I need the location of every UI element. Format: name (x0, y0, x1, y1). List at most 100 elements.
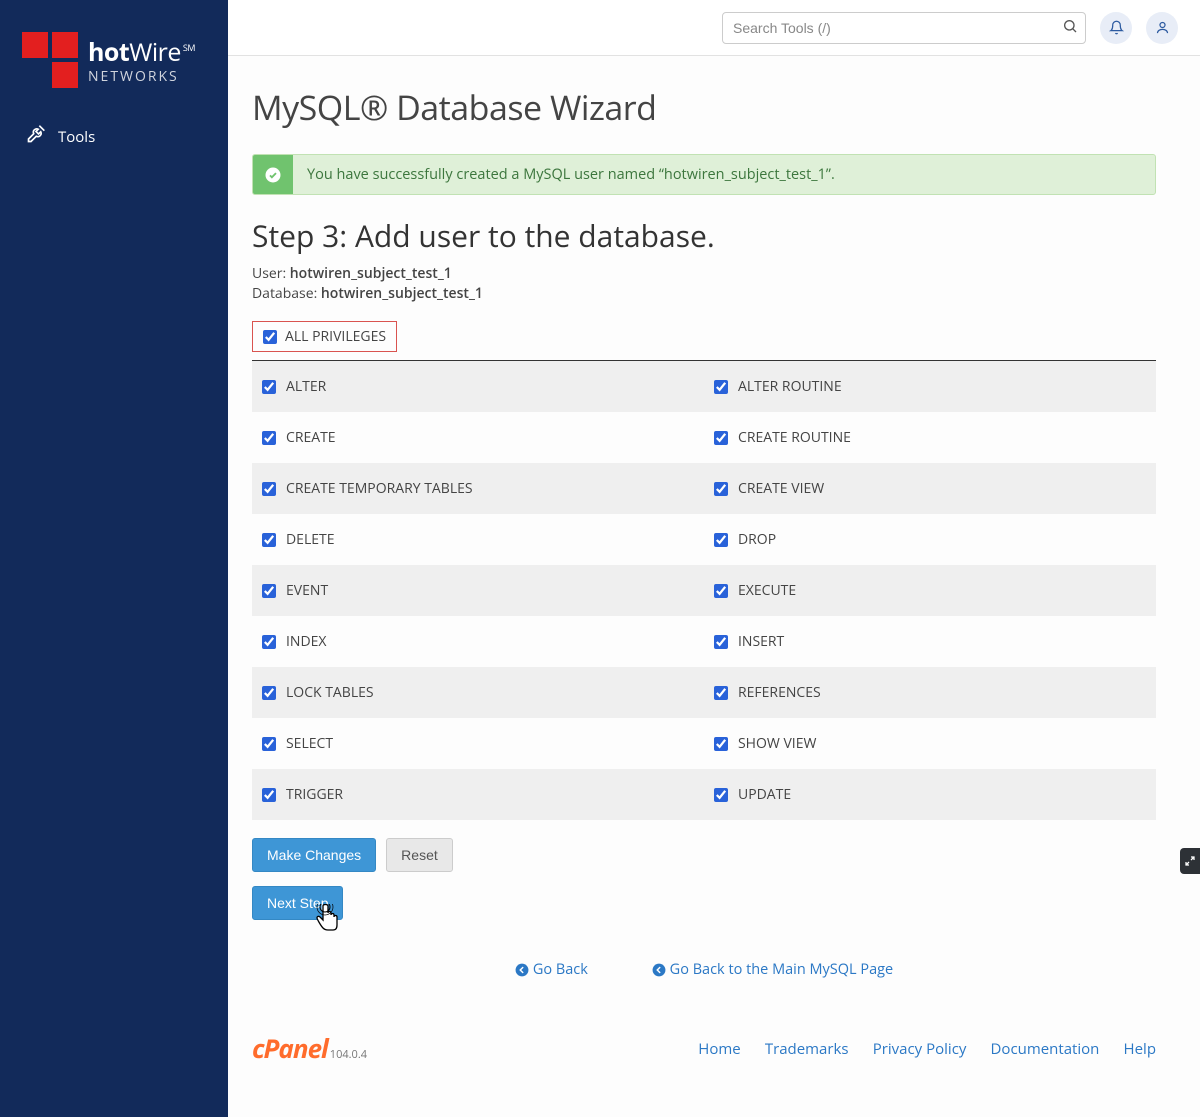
footer-link-documentation[interactable]: Documentation (991, 1039, 1100, 1059)
privilege-item[interactable]: DELETE (252, 514, 704, 565)
database-value: hotwiren_subject_test_1 (321, 284, 483, 303)
privilege-item[interactable]: SELECT (252, 718, 704, 769)
privilege-label: REFERENCES (738, 683, 821, 702)
privilege-label: CREATE ROUTINE (738, 428, 851, 447)
step-heading: Step 3: Add user to the database. (252, 215, 1156, 256)
privilege-checkbox[interactable] (262, 533, 276, 547)
privilege-item[interactable]: REFERENCES (704, 667, 1156, 718)
make-changes-button[interactable]: Make Changes (252, 838, 376, 872)
privilege-item[interactable]: TRIGGER (252, 769, 704, 820)
privilege-item[interactable]: SHOW VIEW (704, 718, 1156, 769)
privilege-label: ALTER ROUTINE (738, 377, 842, 396)
all-privileges-toggle[interactable]: ALL PRIVILEGES (252, 321, 397, 352)
footer-link-trademarks[interactable]: Trademarks (765, 1039, 849, 1059)
privilege-item[interactable]: CREATE ROUTINE (704, 412, 1156, 463)
privilege-checkbox[interactable] (262, 482, 276, 496)
search-input[interactable] (722, 12, 1086, 44)
cpanel-logo: cPanel (252, 1030, 328, 1066)
privilege-item[interactable]: CREATE VIEW (704, 463, 1156, 514)
footer: cPanel104.0.4 Home Trademarks Privacy Po… (252, 982, 1156, 1066)
arrow-left-circle-icon (515, 963, 529, 977)
privilege-label: SELECT (286, 734, 333, 753)
privilege-checkbox[interactable] (714, 686, 728, 700)
reset-button[interactable]: Reset (386, 838, 453, 872)
privilege-item[interactable]: ALTER ROUTINE (704, 361, 1156, 412)
privilege-label: DELETE (286, 530, 335, 549)
expand-icon (1184, 855, 1196, 867)
table-row: DELETE DROP (252, 514, 1156, 565)
privilege-checkbox[interactable] (262, 737, 276, 751)
privilege-item[interactable]: UPDATE (704, 769, 1156, 820)
privilege-checkbox[interactable] (714, 635, 728, 649)
brand-name: hotWireSM (88, 35, 195, 69)
privilege-checkbox[interactable] (262, 788, 276, 802)
privilege-checkbox[interactable] (262, 431, 276, 445)
privilege-item[interactable]: DROP (704, 514, 1156, 565)
privilege-checkbox[interactable] (262, 584, 276, 598)
privilege-item[interactable]: CREATE (252, 412, 704, 463)
privilege-item[interactable]: EXECUTE (704, 565, 1156, 616)
privilege-label: EXECUTE (738, 581, 796, 600)
privileges-table: ALTER ALTER ROUTINE CREATE CREATE ROUTIN… (252, 360, 1156, 820)
privilege-checkbox[interactable] (714, 431, 728, 445)
privilege-checkbox[interactable] (714, 788, 728, 802)
database-label: Database: (252, 284, 317, 303)
search-button[interactable] (1056, 14, 1084, 42)
privilege-label: UPDATE (738, 785, 791, 804)
privilege-label: INDEX (286, 632, 326, 651)
user-label: User: (252, 264, 286, 283)
table-row: EVENT EXECUTE (252, 565, 1156, 616)
step-meta: User: hotwiren_subject_test_1 Database: … (252, 264, 1156, 303)
privilege-checkbox[interactable] (262, 686, 276, 700)
privilege-checkbox[interactable] (714, 584, 728, 598)
privilege-checkbox[interactable] (714, 380, 728, 394)
privilege-item[interactable]: ALTER (252, 361, 704, 412)
privilege-label: INSERT (738, 632, 784, 651)
privilege-checkbox[interactable] (262, 380, 276, 394)
table-row: TRIGGER UPDATE (252, 769, 1156, 820)
privilege-checkbox[interactable] (714, 482, 728, 496)
go-back-link[interactable]: Go Back (515, 960, 588, 979)
arrow-left-circle-icon (652, 963, 666, 977)
all-privileges-label: ALL PRIVILEGES (285, 327, 386, 346)
privilege-label: TRIGGER (286, 785, 343, 804)
user-value: hotwiren_subject_test_1 (290, 264, 452, 283)
table-row: LOCK TABLES REFERENCES (252, 667, 1156, 718)
table-row: CREATE CREATE ROUTINE (252, 412, 1156, 463)
next-step-button[interactable]: Next Step (252, 886, 343, 920)
privilege-item[interactable]: EVENT (252, 565, 704, 616)
privilege-label: EVENT (286, 581, 328, 600)
footer-link-help[interactable]: Help (1124, 1039, 1156, 1059)
privilege-label: LOCK TABLES (286, 683, 374, 702)
privilege-label: ALTER (286, 377, 326, 396)
topbar (228, 0, 1200, 56)
privilege-item[interactable]: INDEX (252, 616, 704, 667)
all-privileges-checkbox[interactable] (263, 330, 277, 344)
privilege-label: CREATE TEMPORARY TABLES (286, 479, 473, 498)
table-row: CREATE TEMPORARY TABLES CREATE VIEW (252, 463, 1156, 514)
privilege-item[interactable]: LOCK TABLES (252, 667, 704, 718)
privilege-label: DROP (738, 530, 776, 549)
account-button[interactable] (1146, 12, 1178, 44)
footer-links: Home Trademarks Privacy Policy Documenta… (678, 1037, 1156, 1059)
notifications-button[interactable] (1100, 12, 1132, 44)
alert-message: You have successfully created a MySQL us… (293, 155, 849, 194)
cpanel-version: 104.0.4 (330, 1047, 367, 1062)
go-back-main-link[interactable]: Go Back to the Main MySQL Page (652, 960, 894, 979)
privilege-checkbox[interactable] (262, 635, 276, 649)
search-container (722, 12, 1086, 44)
privilege-item[interactable]: INSERT (704, 616, 1156, 667)
privilege-checkbox[interactable] (714, 737, 728, 751)
main-area: MySQL® Database Wizard You have successf… (228, 0, 1200, 1117)
side-panel-toggle[interactable] (1180, 848, 1200, 874)
privilege-checkbox[interactable] (714, 533, 728, 547)
page-title: MySQL® Database Wizard (252, 84, 1156, 130)
sidebar-item-tools[interactable]: Tools (0, 112, 228, 161)
footer-link-home[interactable]: Home (698, 1039, 740, 1059)
footer-link-privacy[interactable]: Privacy Policy (873, 1039, 967, 1059)
tools-icon (26, 124, 46, 149)
sidebar: hotWireSM NETWORKS Tools (0, 0, 228, 1117)
table-row: INDEX INSERT (252, 616, 1156, 667)
privilege-item[interactable]: CREATE TEMPORARY TABLES (252, 463, 704, 514)
table-row: SELECT SHOW VIEW (252, 718, 1156, 769)
